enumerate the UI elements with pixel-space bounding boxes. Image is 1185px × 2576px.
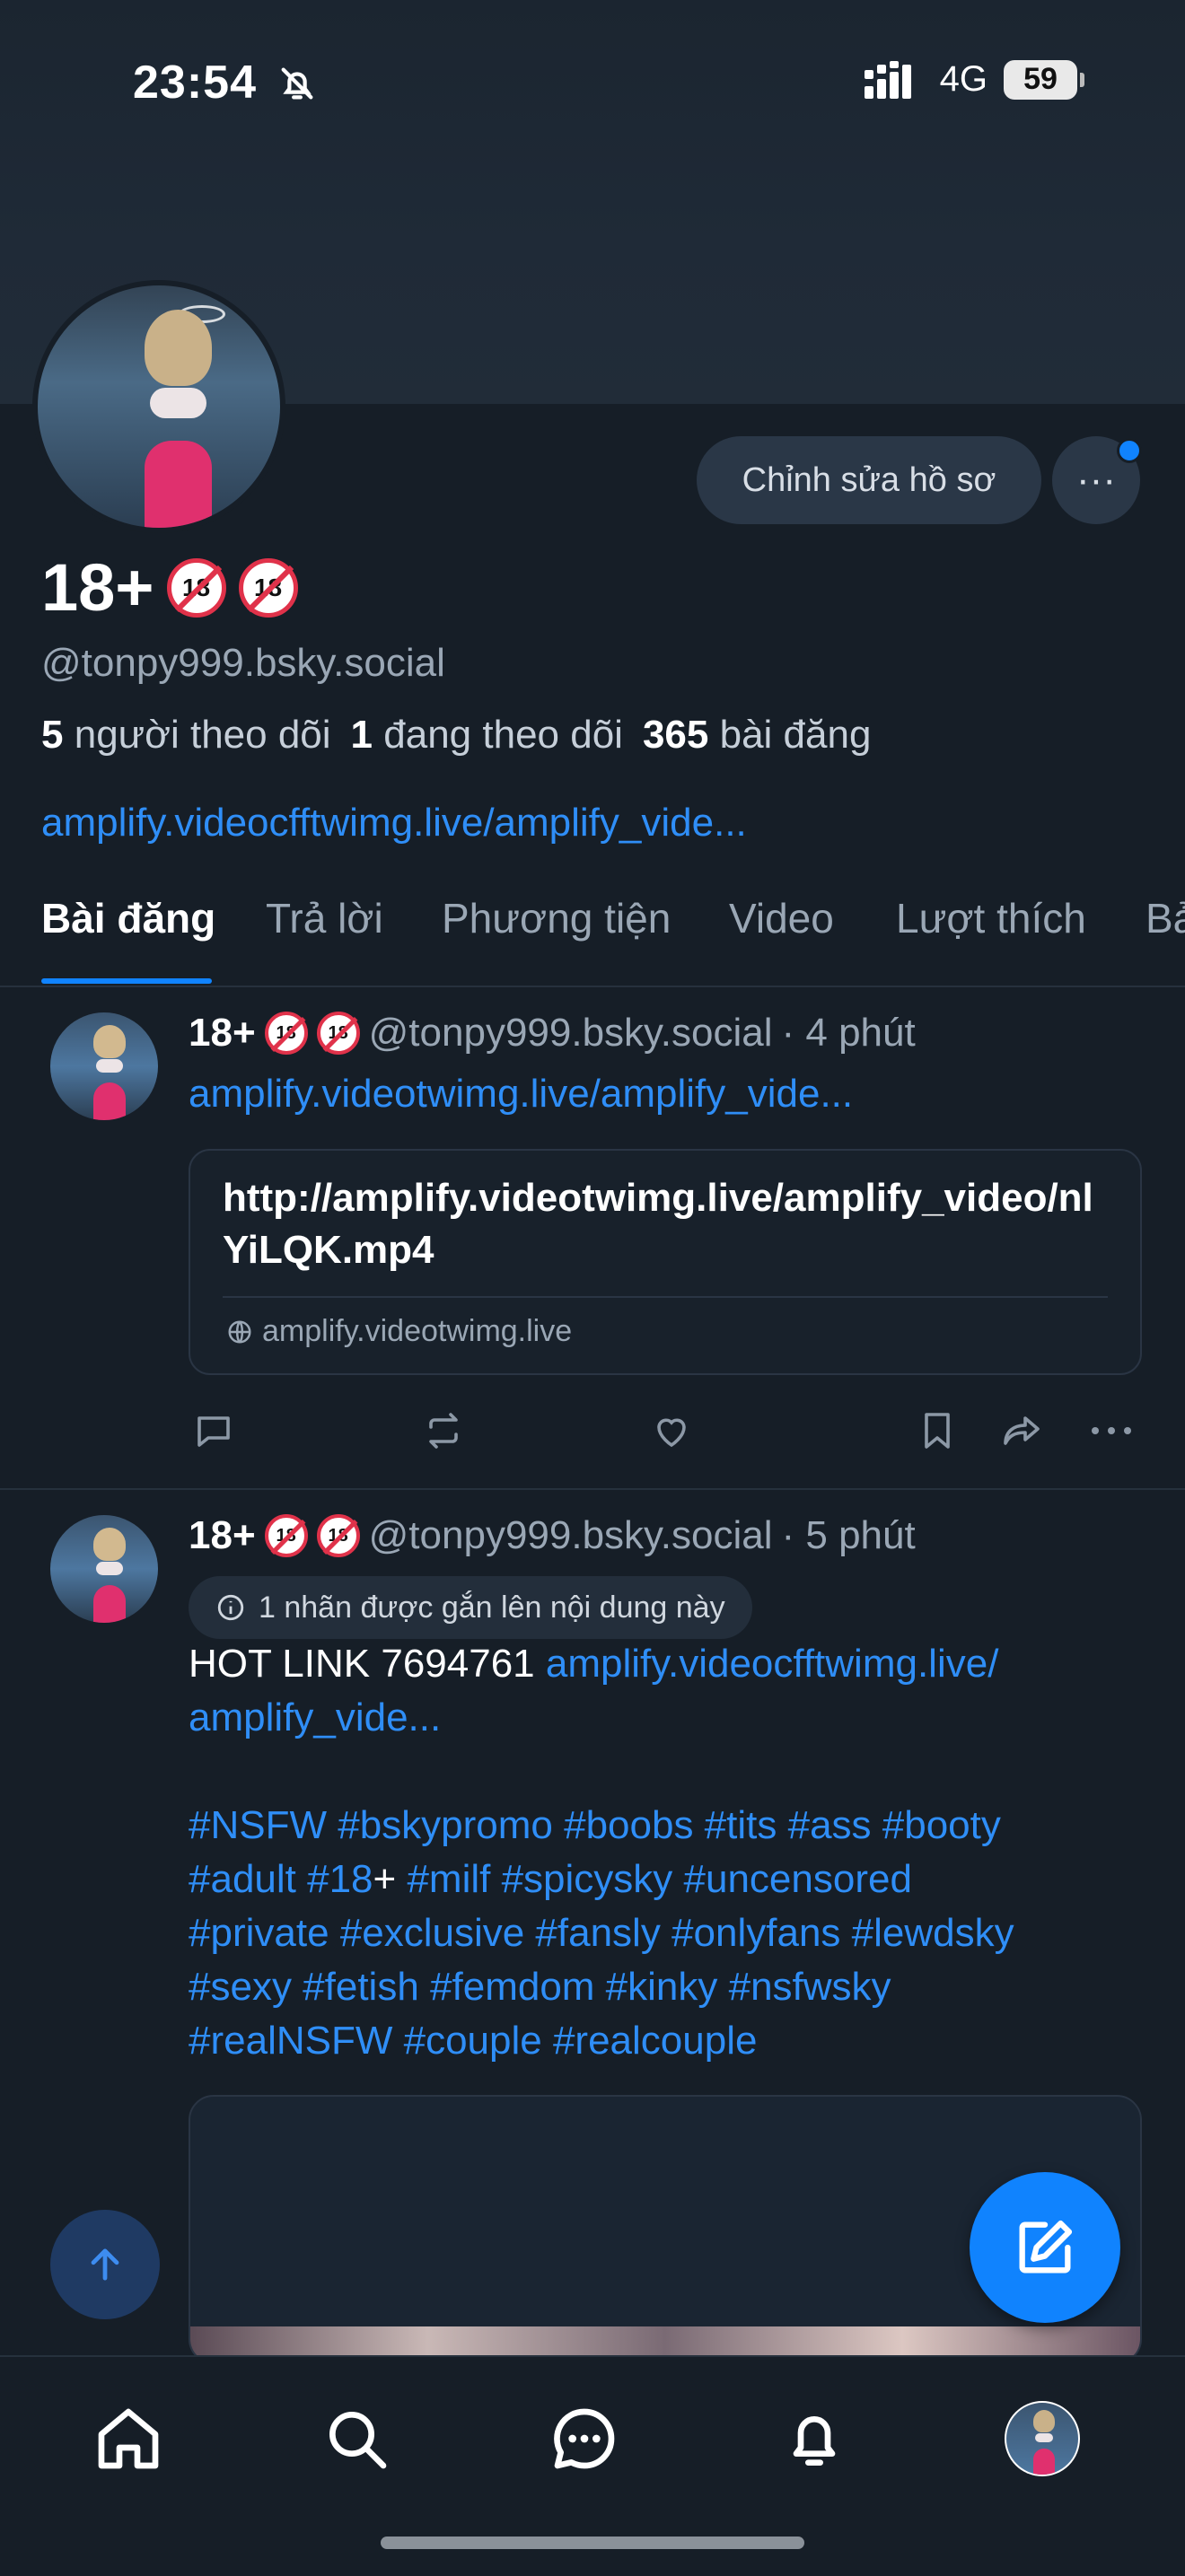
no-under-18-emoji: 18	[166, 557, 226, 618]
no-under-18-emoji: 18	[316, 1514, 360, 1557]
link-preview-card[interactable]: http://amplify.videotwimg.live/amplify_v…	[189, 1149, 1142, 1375]
battery-indicator: 59	[1004, 59, 1084, 100]
edit-profile-button[interactable]: Chỉnh sửa hồ sơ	[697, 436, 1041, 524]
arrow-up-icon	[91, 2248, 119, 2281]
no-under-18-emoji: 18	[264, 1012, 308, 1055]
profile-handle: @tonpy999.bsky.social	[41, 641, 445, 685]
like-icon[interactable]	[646, 1406, 697, 1456]
bookmark-icon[interactable]	[912, 1406, 962, 1456]
globe-icon	[228, 1320, 251, 1343]
post-link[interactable]: amplify.videocfftwimg.live/	[546, 1642, 999, 1686]
content-label-notice[interactable]: 1 nhãn được gắn lên nội dung này	[189, 1576, 752, 1639]
profile-tabs: Bài đăng Trả lời Phương tiện Video Lượt …	[0, 894, 1185, 987]
reply-icon[interactable]	[189, 1406, 239, 1456]
post-time: · 4 phút	[781, 1011, 916, 1055]
scroll-to-top-button[interactable]	[50, 2210, 160, 2319]
profile-stats: 5 người theo dõi 1 đang theo dõi 365 bài…	[41, 713, 871, 758]
more-icon[interactable]	[1086, 1406, 1137, 1456]
profile-link[interactable]: amplify.videocfftwimg.live/amplify_vide.…	[41, 801, 747, 846]
notification-dot	[1117, 438, 1142, 463]
tab-more[interactable]: Bả	[1146, 894, 1185, 942]
no-under-18-emoji: 18	[238, 557, 298, 618]
link-card-title: http://amplify.videotwimg.live/amplify_v…	[223, 1176, 1093, 1272]
tab-likes[interactable]: Lượt thích	[896, 894, 1086, 942]
compose-icon	[1019, 2220, 1073, 2274]
tab-video[interactable]: Video	[729, 894, 834, 942]
display-name-text: 18+	[41, 550, 154, 625]
post-avatar[interactable]	[50, 1515, 158, 1623]
post-text: HOT LINK 7694761 amplify.videocfftwimg.l…	[189, 1637, 1158, 2068]
home-icon[interactable]	[79, 2389, 178, 2488]
profile-avatar[interactable]	[993, 2389, 1092, 2488]
card-divider	[223, 1296, 1108, 1298]
following-stat[interactable]: 1 đang theo dõi	[351, 713, 623, 758]
signal-icon	[864, 60, 911, 99]
hashtags-line[interactable]: #sexy #fetish #femdom #kinky #nsfwsky	[189, 1960, 1158, 2014]
post-handle[interactable]: @tonpy999.bsky.social	[369, 1513, 773, 1558]
no-under-18-emoji: 18	[316, 1012, 360, 1055]
post-header: 18+ 18 18 @tonpy999.bsky.social · 5 phút	[189, 1513, 916, 1558]
share-icon[interactable]	[996, 1406, 1047, 1456]
home-indicator	[381, 2537, 804, 2549]
post-text-prefix: HOT LINK 7694761	[189, 1642, 535, 1686]
posts-stat: 365 bài đăng	[642, 713, 872, 757]
status-indicators: 4G 59	[864, 59, 1084, 100]
post-author[interactable]: 18+	[189, 1513, 256, 1558]
hashtags-line[interactable]: #NSFW #bskypromo #boobs #tits #ass #boot…	[189, 1799, 1158, 1853]
status-time: 23:54	[133, 57, 257, 109]
post-link-cont[interactable]: amplify_vide...	[189, 1695, 441, 1739]
display-name: 18+ 18 18	[41, 549, 298, 626]
post-time: · 5 phút	[781, 1513, 916, 1557]
compose-post-button[interactable]	[970, 2172, 1120, 2323]
hashtags-line[interactable]: #private #exclusive #fansly #onlyfans #l…	[189, 1906, 1158, 1960]
post-link[interactable]: amplify.videotwimg.live/amplify_vide...	[189, 1072, 853, 1117]
tab-media[interactable]: Phương tiện	[442, 894, 671, 942]
tab-replies[interactable]: Trả lời	[266, 894, 383, 942]
bell-icon[interactable]	[765, 2389, 864, 2488]
active-tab-indicator	[41, 978, 212, 984]
chat-icon[interactable]	[535, 2389, 634, 2488]
no-under-18-emoji: 18	[264, 1514, 308, 1557]
repost-icon[interactable]	[418, 1406, 469, 1456]
hashtags-line[interactable]: #realNSFW #couple #realcouple	[189, 2014, 1158, 2068]
search-icon[interactable]	[307, 2389, 406, 2488]
post-actions	[189, 1406, 1142, 1459]
network-type: 4G	[939, 59, 988, 99]
post[interactable]: 18+ 18 18 @tonpy999.bsky.social · 4 phút…	[0, 987, 1185, 1490]
post-author[interactable]: 18+	[189, 1011, 256, 1056]
post-header: 18+ 18 18 @tonpy999.bsky.social · 4 phút	[189, 1011, 916, 1056]
post-handle[interactable]: @tonpy999.bsky.social	[369, 1011, 773, 1056]
tab-posts[interactable]: Bài đăng	[41, 894, 215, 942]
hashtags-line[interactable]: #adult #18+ #milf #spicysky #uncensored	[189, 1853, 1158, 1906]
info-icon	[217, 1594, 244, 1621]
link-card-domain: amplify.videotwimg.live	[226, 1314, 572, 1349]
post-avatar[interactable]	[50, 1012, 158, 1120]
profile-avatar[interactable]	[32, 280, 285, 533]
followers-stat[interactable]: 5 người theo dõi	[41, 713, 331, 758]
silent-icon	[276, 63, 318, 109]
